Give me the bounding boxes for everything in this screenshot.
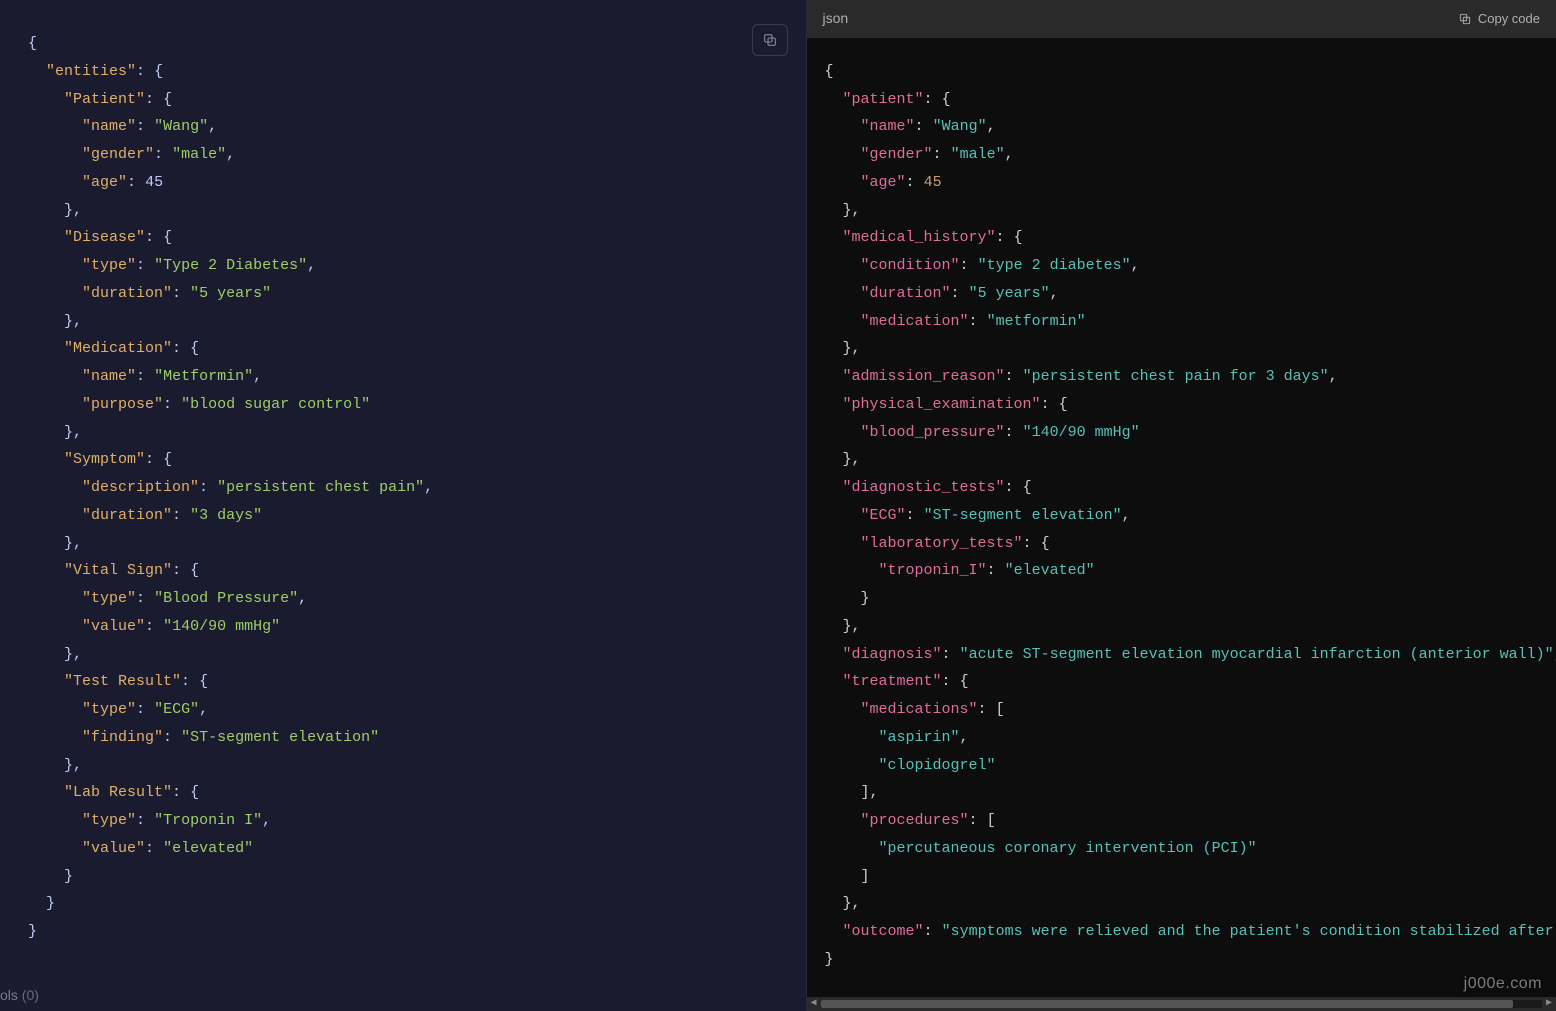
scrollbar-thumb[interactable] [821,1000,1514,1008]
right-code-block[interactable]: { "patient": { "name": "Wang", "gender":… [807,38,1556,997]
scrollbar-track[interactable] [821,1000,1543,1008]
copy-icon [1458,12,1472,26]
scroll-left-arrow-icon[interactable]: ◀ [807,997,821,1011]
right-code-pane: json Copy code { "patient": { "name": "W… [807,0,1556,1011]
status-label: ols [0,987,18,1003]
copy-code-label: Copy code [1478,11,1540,26]
left-code-block[interactable]: { "entities": { "Patient": { "name": "Wa… [28,30,778,981]
scroll-right-arrow-icon[interactable]: ▶ [1542,997,1556,1011]
watermark: j000e.com [1464,969,1542,999]
horizontal-scrollbar[interactable]: ◀ ▶ [807,997,1556,1011]
copy-icon [762,32,778,48]
split-container: { "entities": { "Patient": { "name": "Wa… [0,0,1556,1011]
copy-button-left[interactable] [752,24,788,56]
left-code-pane: { "entities": { "Patient": { "name": "Wa… [0,0,807,1011]
status-count: (0) [22,987,39,1003]
right-header: json Copy code [807,0,1556,38]
copy-code-button[interactable]: Copy code [1458,11,1540,26]
bottom-status: ols (0) [0,983,39,1009]
lang-label: json [823,6,849,32]
